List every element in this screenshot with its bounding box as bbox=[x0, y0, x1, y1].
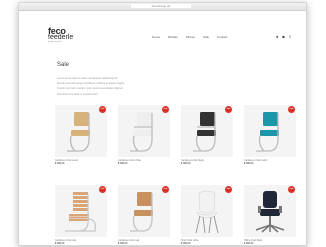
logo-sub-text: feederle bbox=[48, 34, 74, 41]
product-price: € 000,00 bbox=[244, 162, 254, 165]
product-image[interactable]: Sale bbox=[181, 185, 233, 237]
intro-line: Duis aute irure dolor in reprehenderit. bbox=[57, 92, 99, 96]
product-card[interactable]: Sale Cantilever chair petrol € 000,00 bbox=[244, 105, 296, 165]
cantilever-chair-image bbox=[130, 192, 153, 232]
product-price: € 000,00 bbox=[55, 162, 65, 165]
product-image[interactable]: Sale bbox=[244, 105, 296, 157]
sale-badge: Sale bbox=[225, 186, 232, 193]
product-image[interactable]: Sale bbox=[55, 185, 107, 237]
product-price: € 000,00 bbox=[181, 162, 191, 165]
nav-item-home[interactable]: Home bbox=[152, 35, 160, 39]
address-bar[interactable]: fecodesign.de bbox=[131, 4, 191, 8]
browser-window: fecodesign.de feco feederle design furni… bbox=[18, 2, 307, 246]
product-price: € 000,00 bbox=[244, 242, 254, 245]
menu-icon[interactable]: ≡ bbox=[289, 34, 291, 39]
product-image[interactable]: Sale bbox=[55, 105, 107, 157]
product-card[interactable]: Sale Office chair black € 000,00 bbox=[244, 185, 296, 245]
sale-badge: Sale bbox=[288, 106, 295, 113]
intro-text: Lorem ipsum dolor sit amet, consectetur … bbox=[57, 77, 217, 98]
product-card[interactable]: Sale Shell chair white € 000,00 bbox=[181, 185, 233, 245]
cart-icon[interactable]: ■ bbox=[282, 34, 284, 39]
product-price: € 000,00 bbox=[118, 162, 128, 165]
page-title: Sale bbox=[57, 62, 70, 68]
sale-badge: Sale bbox=[99, 106, 106, 113]
product-image[interactable]: Sale bbox=[244, 185, 296, 237]
product-card[interactable]: Sale Cantilever chair slat € 000,00 bbox=[55, 185, 107, 245]
product-price: € 000,00 bbox=[55, 242, 65, 245]
header-icons: ● ■ ≡ bbox=[276, 34, 291, 39]
nav-item-models[interactable]: Models bbox=[168, 35, 178, 39]
cantilever-chair-image bbox=[256, 112, 279, 152]
product-price: € 000,00 bbox=[181, 242, 191, 245]
cantilever-chair-image bbox=[193, 112, 216, 152]
browser-titlebar: fecodesign.de bbox=[19, 3, 306, 11]
intro-line: Ut enim ad minim veniam, quis nostrud ex… bbox=[57, 87, 124, 91]
intro-line: Lorem ipsum dolor sit amet, consectetur … bbox=[57, 77, 118, 80]
product-image[interactable]: Sale bbox=[118, 185, 170, 237]
product-image[interactable]: Sale bbox=[181, 105, 233, 157]
product-card[interactable]: Sale Cantilever chair wood € 000,00 bbox=[55, 105, 107, 165]
sale-badge: Sale bbox=[99, 186, 106, 193]
product-image[interactable]: Sale bbox=[118, 105, 170, 157]
cantilever-chair-image bbox=[67, 112, 90, 152]
slat-chair-image bbox=[65, 192, 97, 232]
product-card[interactable]: Sale Cantilever chair white € 000,00 bbox=[118, 105, 170, 165]
cantilever-chair-image bbox=[130, 112, 153, 152]
product-card[interactable]: Sale Cantilever chair black € 000,00 bbox=[181, 105, 233, 165]
office-chair-image bbox=[255, 191, 285, 233]
product-price: € 000,00 bbox=[118, 242, 128, 245]
web-page: feco feederle design furniture Home Mode… bbox=[19, 11, 306, 245]
sale-badge: Sale bbox=[162, 186, 169, 193]
intro-line: Sed do eiusmod tempor incididunt ut labo… bbox=[57, 82, 125, 86]
search-icon[interactable]: ● bbox=[276, 34, 278, 39]
sale-badge: Sale bbox=[162, 106, 169, 113]
main-nav: Home Models Stories Sale Contact bbox=[152, 35, 227, 39]
sale-badge: Sale bbox=[288, 186, 295, 193]
site-logo[interactable]: feco feederle design furniture bbox=[48, 27, 73, 44]
logo-tagline: design furniture bbox=[48, 41, 62, 43]
nav-item-sale[interactable]: Sale bbox=[203, 35, 209, 39]
screenshot-stage: fecodesign.de feco feederle design furni… bbox=[0, 0, 326, 247]
sale-badge: Sale bbox=[225, 106, 232, 113]
nav-item-stories[interactable]: Stories bbox=[186, 35, 195, 39]
product-card[interactable]: Sale Cantilever chair oak € 000,00 bbox=[118, 185, 170, 245]
nav-item-contact[interactable]: Contact bbox=[217, 35, 227, 39]
shell-chair-image bbox=[195, 190, 219, 234]
